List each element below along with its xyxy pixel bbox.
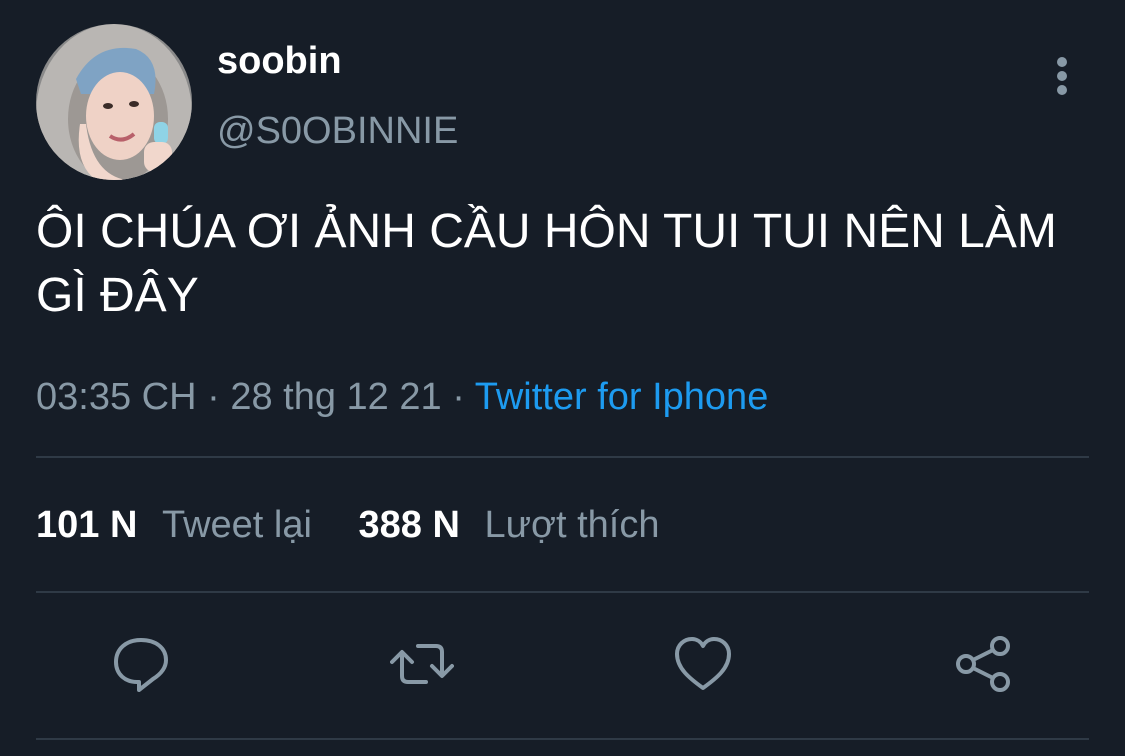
user-handle[interactable]: @S0OBINNIE: [217, 108, 458, 154]
share-button[interactable]: [952, 632, 1016, 696]
tweet-time: 03:35 CH: [36, 376, 197, 418]
heart-icon: [675, 637, 731, 690]
share-icon: [956, 636, 1010, 692]
avatar[interactable]: [36, 24, 192, 180]
meta-separator: ·: [452, 376, 465, 418]
more-vertical-icon: [1057, 57, 1067, 95]
tweet-stats: 101 N Tweet lại 388 N Lượt thích: [36, 500, 659, 550]
tweet-text: ÔI CHÚA ƠI ẢNH CẦU HÔN TUI TUI NÊN LÀM G…: [36, 205, 1057, 322]
more-options-button[interactable]: [1042, 50, 1082, 100]
retweets-label: Tweet lại: [161, 504, 312, 546]
divider: [36, 738, 1089, 740]
tweet-meta: 03:35 CH · 28 thg 12 21 · Twitter for Ip…: [36, 372, 768, 422]
tweet-date: 28 thg 12 21: [230, 376, 442, 418]
tweet-source-link[interactable]: Twitter for Iphone: [475, 376, 769, 418]
display-name[interactable]: soobin: [217, 38, 342, 84]
likes-stat[interactable]: 388 N Lượt thích: [359, 500, 660, 550]
tweet-detail: soobin @S0OBINNIE ÔI CHÚA ƠI ẢNH CẦU HÔN…: [0, 0, 1125, 756]
retweet-button[interactable]: [390, 632, 454, 696]
retweet-icon: [390, 644, 454, 684]
divider: [36, 591, 1089, 593]
avatar-image: [36, 24, 192, 180]
like-button[interactable]: [671, 632, 735, 696]
divider: [36, 456, 1089, 458]
retweets-stat[interactable]: 101 N Tweet lại: [36, 500, 312, 550]
reply-icon: [114, 638, 168, 692]
likes-label: Lượt thích: [484, 504, 660, 546]
meta-separator: ·: [207, 376, 220, 418]
reply-button[interactable]: [109, 632, 173, 696]
likes-count: 388 N: [358, 504, 460, 546]
retweets-count: 101 N: [36, 504, 138, 546]
